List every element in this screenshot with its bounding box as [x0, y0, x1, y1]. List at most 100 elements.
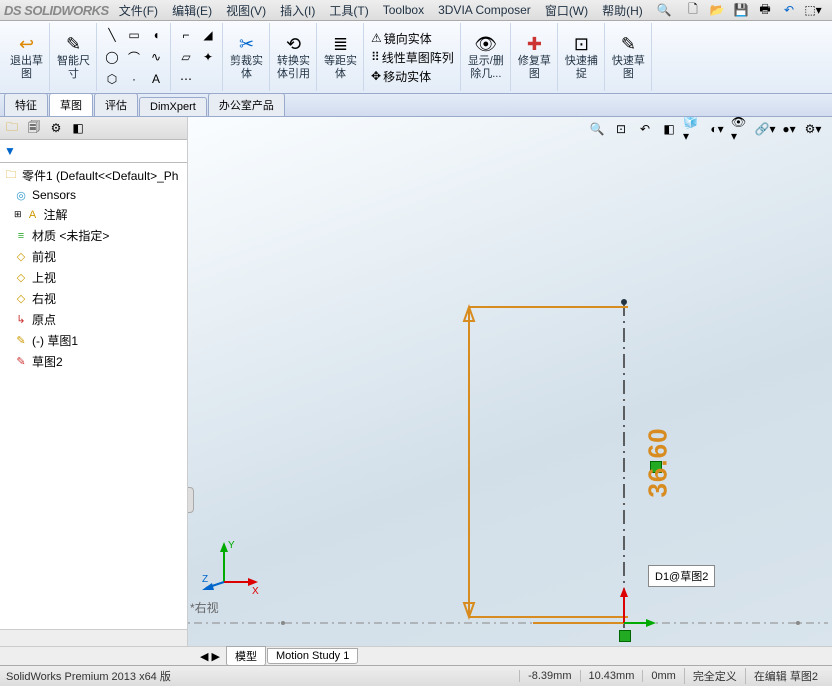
expand-icon[interactable]: ⊞ [14, 209, 22, 220]
tab-office[interactable]: 办公室产品 [208, 93, 285, 116]
convert-icon: ⟲ [284, 34, 304, 54]
spline-icon[interactable]: ∿ [146, 47, 166, 67]
command-tabs: 特征 草图 评估 DimXpert 办公室产品 [0, 94, 832, 117]
view-name-label: *右视 [190, 599, 219, 616]
filter-icon[interactable]: ▼ [4, 144, 16, 158]
tree-scrollbar[interactable] [0, 629, 187, 646]
search-icon[interactable]: 🔍 [651, 1, 678, 19]
undo-icon[interactable]: ↶ [778, 0, 800, 20]
repair-icon: ✚ [524, 34, 544, 54]
menu-tools[interactable]: 工具(T) [323, 0, 374, 21]
offset-button[interactable]: ≣ 等距实 体 [322, 32, 359, 81]
status-mode: 在编辑 草图2 [745, 668, 826, 684]
menu-3dvia[interactable]: 3DVIA Composer [432, 1, 537, 19]
arc-icon[interactable]: ⌒ [124, 47, 144, 67]
dimension-value[interactable]: 36.60 [643, 427, 674, 497]
tree-origin[interactable]: ↳原点 [2, 309, 185, 330]
sketch-icon: ✎ [14, 334, 28, 348]
slot-icon[interactable]: ◖ [146, 25, 166, 45]
origin-relation-icon [619, 630, 631, 642]
tab-model[interactable]: 模型 [226, 646, 266, 666]
ref-icon[interactable]: ✦ [198, 47, 218, 67]
status-defined: 完全定义 [684, 668, 745, 684]
select-icon[interactable]: ⬚▾ [802, 0, 824, 20]
text-icon[interactable]: A [146, 69, 166, 89]
menu-toolbox[interactable]: Toolbox [377, 1, 430, 19]
rect-icon[interactable]: ▭ [124, 25, 144, 45]
tree-material[interactable]: ≡材质 <未指定> [2, 225, 185, 246]
print-icon[interactable]: 🖶 [754, 0, 776, 20]
svg-text:Y: Y [228, 540, 235, 551]
fillet-icon[interactable]: ⌐ [176, 25, 196, 45]
menu-insert[interactable]: 插入(I) [274, 0, 321, 21]
menu-file[interactable]: 文件(F) [113, 0, 164, 21]
status-bar: SolidWorks Premium 2013 x64 版 -8.39mm 10… [0, 665, 832, 686]
status-left: SolidWorks Premium 2013 x64 版 [6, 668, 171, 684]
title-bar: DS SOLIDWORKS 文件(F) 编辑(E) 视图(V) 插入(I) 工具… [0, 0, 832, 21]
show-button[interactable]: 👁 显示/删 除几... [466, 32, 506, 81]
part-icon: 🗀 [4, 169, 18, 183]
menu-help[interactable]: 帮助(H) [596, 0, 649, 21]
fm-tab-4-icon[interactable]: ◧ [70, 120, 86, 136]
move-button[interactable]: ✥移动实体 [369, 67, 433, 86]
fm-tab-1-icon[interactable]: 🗀 [4, 120, 20, 136]
tab-features[interactable]: 特征 [4, 93, 48, 116]
tree-front[interactable]: ◇前视 [2, 246, 185, 267]
pattern-button[interactable]: ⠿线性草图阵列 [369, 48, 456, 67]
circle-icon[interactable]: ◯ [102, 47, 122, 67]
convert-button[interactable]: ⟲ 转换实 体引用 [275, 32, 312, 81]
move-icon: ✥ [371, 69, 381, 83]
menu-window[interactable]: 窗口(W) [539, 0, 594, 21]
mirror-button[interactable]: ⚠镜向实体 [369, 29, 434, 48]
menu-view[interactable]: 视图(V) [220, 0, 272, 21]
repair-button[interactable]: ✚ 修复草 图 [516, 32, 553, 81]
chamfer-icon[interactable]: ◢ [198, 25, 218, 45]
snap-icon: ⊡ [571, 34, 591, 54]
point-icon[interactable]: · [124, 69, 144, 89]
sensors-icon: ◎ [14, 188, 28, 202]
menu-edit[interactable]: 编辑(E) [166, 0, 218, 21]
save-icon[interactable]: 💾 [730, 0, 752, 20]
exit-sketch-icon: ↩ [17, 34, 37, 54]
trim-button[interactable]: ✂ 剪裁实 体 [228, 32, 265, 81]
tree-sketch2[interactable]: ✎草图2 [2, 351, 185, 372]
plane-icon[interactable]: ▱ [176, 47, 196, 67]
tree-top[interactable]: ◇上视 [2, 267, 185, 288]
smart-dimension-button[interactable]: ✎ 智能尺 寸 [55, 32, 92, 81]
tree-annotations[interactable]: ⊞A注解 [2, 204, 185, 225]
line-icon[interactable]: ╲ [102, 25, 122, 45]
more-icon[interactable]: ⋯ [176, 69, 196, 89]
dimension-tag[interactable]: D1@草图2 [648, 565, 715, 587]
view-triad[interactable]: Y X Z [202, 538, 262, 598]
status-x: -8.39mm [519, 670, 579, 682]
new-icon[interactable]: 🗋 [682, 0, 704, 20]
fm-tab-3-icon[interactable]: ⚙ [48, 120, 64, 136]
quick-access-toolbar: 🗋 📂 💾 🖶 ↶ ⬚▾ [682, 0, 828, 20]
tree-sketch1[interactable]: ✎(-) 草图1 [2, 330, 185, 351]
tab-dimxpert[interactable]: DimXpert [139, 97, 207, 116]
polygon-icon[interactable]: ⬡ [102, 69, 122, 89]
tab-motion[interactable]: Motion Study 1 [267, 648, 358, 664]
svg-text:X: X [252, 586, 259, 597]
tree-sensors[interactable]: ◎Sensors [2, 186, 185, 204]
status-z: 0mm [642, 670, 683, 682]
quick-snap-button[interactable]: ⊡ 快速捕 捉 [563, 32, 600, 81]
fm-tab-2-icon[interactable]: 🗐 [26, 120, 42, 136]
sketch-icon: ✎ [14, 355, 28, 369]
origin-icon: ↳ [14, 313, 28, 327]
tab-nav-icon[interactable]: ◀ ▶ [200, 650, 220, 663]
tab-evaluate[interactable]: 评估 [94, 93, 138, 116]
tab-sketch[interactable]: 草图 [49, 93, 93, 116]
pattern-icon: ⠿ [371, 50, 380, 64]
open-icon[interactable]: 📂 [706, 0, 728, 20]
plane-icon: ◇ [14, 271, 28, 285]
ribbon: ↩ 退出草 图 ✎ 智能尺 寸 ╲ ▭ ◖ ◯ ⌒ ∿ ⬡ · A ⌐ ◢ ▱ [0, 21, 832, 94]
plane-icon: ◇ [14, 250, 28, 264]
exit-sketch-button[interactable]: ↩ 退出草 图 [8, 32, 45, 81]
graphics-viewport[interactable]: 🔍 ⊡ ↶ ◧ 🧊▾ ◐▾ 👁▾ 🔗▾ ●▾ ⚙▾ 36.60 D1@草图 [188, 117, 832, 646]
plane-icon: ◇ [14, 292, 28, 306]
tree-right[interactable]: ◇右视 [2, 288, 185, 309]
quick-sketch-button[interactable]: ✎ 快速草 图 [610, 32, 647, 81]
status-y: 10.43mm [580, 670, 643, 682]
tree-root[interactable]: 🗀零件1 (Default<<Default>_Ph [2, 165, 185, 186]
